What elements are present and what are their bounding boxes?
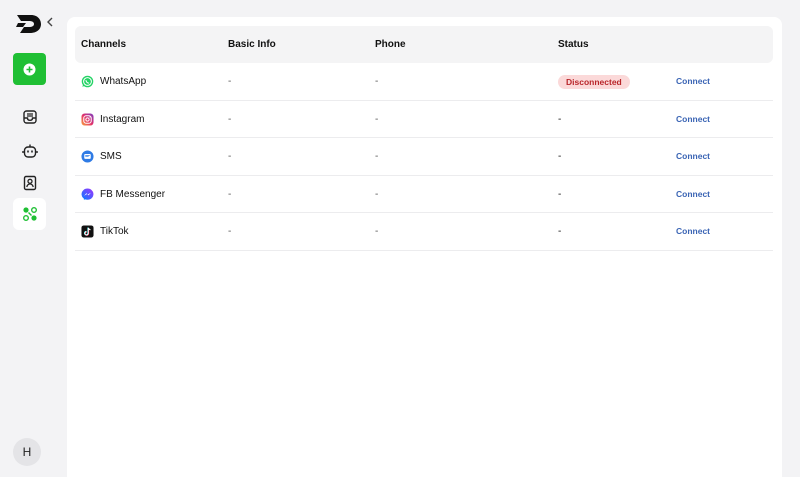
phone-cell: - — [375, 76, 379, 87]
status-cell: - — [558, 226, 562, 237]
channels-panel: Channels Basic Info Phone Status WhatsAp… — [67, 17, 782, 477]
basic-info-cell: - — [228, 226, 232, 237]
header-phone: Phone — [375, 39, 406, 50]
basic-info-cell: - — [228, 188, 232, 200]
phone-cell: - — [375, 226, 379, 237]
phone-cell: - — [375, 151, 379, 162]
connect-button[interactable]: Connect — [676, 101, 710, 138]
instagram-icon — [81, 112, 94, 126]
channel-cell: FB Messenger — [81, 176, 165, 213]
sidebar: H — [0, 0, 60, 477]
connect-button[interactable]: Connect — [676, 213, 710, 250]
channel-cell: Instagram — [81, 101, 144, 138]
basic-info-cell: - — [228, 76, 232, 87]
table-row: FB Messenger - - - Connect — [75, 176, 773, 213]
messenger-icon — [81, 188, 94, 200]
status-cell: - — [558, 113, 562, 125]
table-row: Instagram - - - Connect — [75, 101, 773, 138]
nav-contacts[interactable] — [13, 167, 46, 199]
connect-button[interactable]: Connect — [676, 176, 710, 213]
brand-logo — [16, 15, 41, 33]
inbox-icon — [22, 110, 37, 124]
nav-channels[interactable] — [13, 198, 46, 230]
plus-circle-icon — [23, 63, 36, 75]
channel-name: WhatsApp — [100, 76, 147, 87]
contact-book-icon — [23, 175, 36, 191]
table-header: Channels Basic Info Phone Status — [75, 26, 773, 63]
bot-icon — [21, 144, 38, 158]
table-row: WhatsApp - - Disconnected Connect — [75, 63, 773, 101]
channel-cell: SMS — [81, 138, 122, 175]
connect-button[interactable]: Connect — [676, 138, 710, 175]
basic-info-cell: - — [228, 113, 232, 125]
header-channels: Channels — [81, 39, 127, 50]
channel-name: TikTok — [100, 226, 129, 237]
channel-cell: TikTok — [81, 213, 129, 250]
sms-icon — [81, 150, 94, 163]
whatsapp-icon — [81, 75, 94, 88]
channels-icon — [22, 207, 37, 221]
status-cell: - — [558, 188, 562, 200]
channels-table: Channels Basic Info Phone Status WhatsAp… — [75, 26, 773, 251]
phone-cell: - — [375, 188, 379, 200]
status-badge: Disconnected — [558, 75, 630, 89]
header-basic-info: Basic Info — [228, 39, 276, 50]
header-status: Status — [558, 39, 589, 50]
table-row: SMS - - - Connect — [75, 138, 773, 176]
avatar-initial: H — [22, 445, 32, 459]
channel-name: FB Messenger — [100, 188, 166, 200]
phone-cell: - — [375, 113, 379, 125]
basic-info-cell: - — [228, 151, 232, 162]
status-cell: - — [558, 151, 562, 162]
user-avatar[interactable]: H — [13, 438, 41, 466]
connect-button[interactable]: Connect — [676, 63, 710, 100]
new-conversation-button[interactable] — [13, 53, 46, 85]
nav-bots[interactable] — [13, 135, 46, 167]
tiktok-icon — [81, 225, 94, 238]
channel-cell: WhatsApp — [81, 63, 146, 100]
table-row: TikTok - - - Connect — [75, 213, 773, 251]
nav-inbox[interactable] — [13, 101, 46, 133]
channel-name: Instagram — [100, 113, 145, 125]
collapse-sidebar-icon[interactable] — [44, 15, 56, 29]
channel-name: SMS — [100, 151, 122, 162]
